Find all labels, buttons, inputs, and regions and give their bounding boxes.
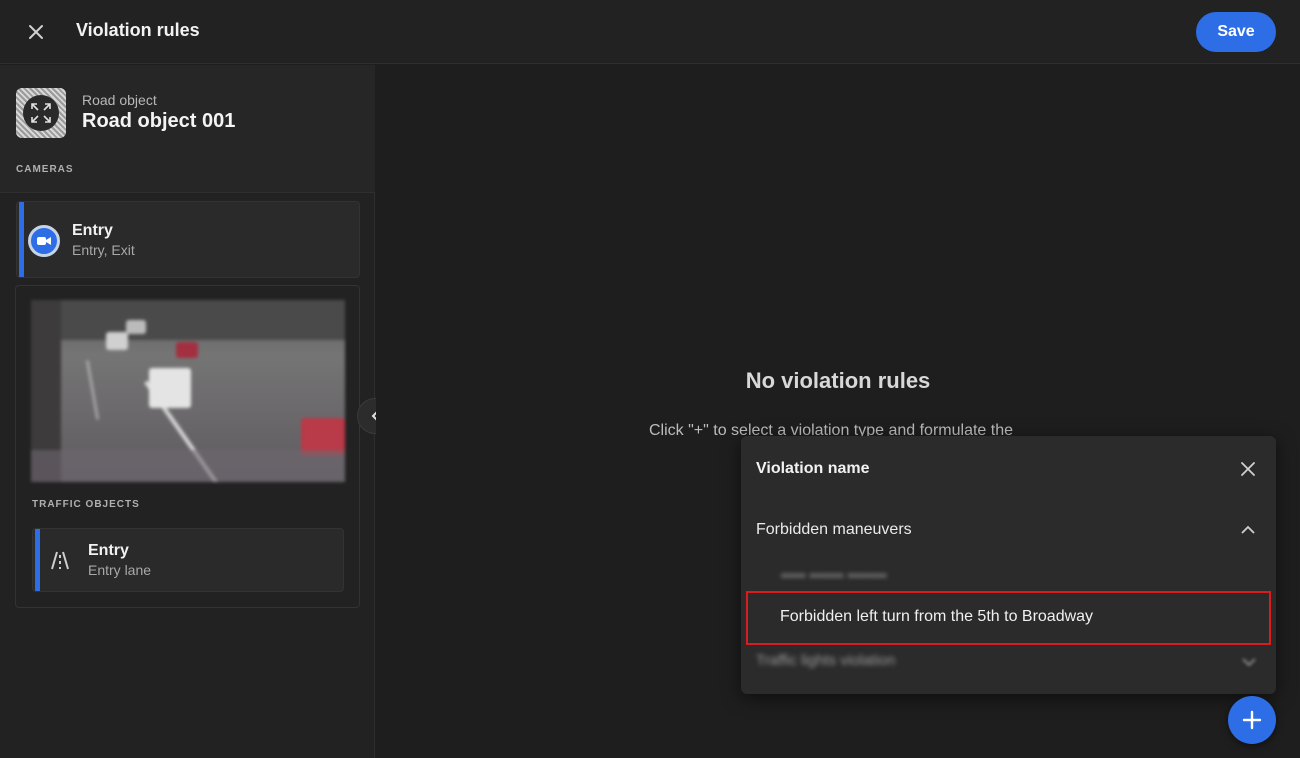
road-object-avatar xyxy=(16,88,66,138)
camera-card-entry[interactable]: Entry Entry, Exit xyxy=(16,201,360,278)
traffic-object-title: Entry xyxy=(88,542,129,559)
close-icon xyxy=(29,25,43,39)
camera-subtitle: Entry, Exit xyxy=(72,242,135,258)
group-traffic-lights-violation[interactable]: Traffic lights violation xyxy=(756,652,895,669)
camera-preview-image xyxy=(31,300,345,482)
add-violation-button[interactable] xyxy=(1228,696,1276,744)
close-button[interactable] xyxy=(20,16,52,48)
dropdown-title: Violation name xyxy=(756,460,870,477)
empty-state-title: No violation rules xyxy=(745,368,931,393)
video-camera-icon xyxy=(28,225,60,257)
traffic-objects-section-label: TRAFFIC OBJECTS xyxy=(32,499,140,510)
violation-option-blurred[interactable]: ••••• ••••••• •••••••• xyxy=(781,567,887,583)
camera-preview-card: TRAFFIC OBJECTS Entry Entry lane xyxy=(15,285,360,608)
top-bar: Violation rules Save xyxy=(0,0,1300,64)
plus-icon xyxy=(1242,710,1262,730)
cameras-section-label: CAMERAS xyxy=(16,164,74,175)
chevron-down-icon xyxy=(1242,658,1256,667)
dropdown-close-button[interactable] xyxy=(1236,457,1260,481)
violation-option-label: Forbidden left turn from the 5th to Broa… xyxy=(780,608,1094,625)
close-icon xyxy=(1241,462,1255,476)
camera-title: Entry xyxy=(72,222,113,239)
traffic-object-subtitle: Entry lane xyxy=(88,562,152,578)
selected-indicator xyxy=(35,529,40,591)
violation-name-dropdown: Violation name Forbidden maneuvers •••••… xyxy=(741,436,1276,694)
violation-option-forbidden-left-turn[interactable]: Forbidden left turn from the 5th to Broa… xyxy=(746,591,1271,645)
road-object-name: Road object 001 xyxy=(82,110,236,132)
save-button[interactable]: Save xyxy=(1196,12,1276,52)
fullscreen-icon xyxy=(31,103,51,123)
group-forbidden-maneuvers[interactable]: Forbidden maneuvers xyxy=(741,510,1276,550)
road-object-kind: Road object xyxy=(82,92,157,108)
traffic-object-card-entry[interactable]: Entry Entry lane xyxy=(32,528,344,592)
group-label: Forbidden maneuvers xyxy=(756,521,912,538)
road-object-header: Road object Road object 001 CAMERAS xyxy=(0,65,375,193)
chevron-up-icon xyxy=(1238,520,1258,540)
page-title: Violation rules xyxy=(76,20,200,40)
sidebar: Road object Road object 001 CAMERAS Entr… xyxy=(0,65,375,758)
road-lane-icon xyxy=(51,551,69,570)
selected-indicator xyxy=(19,202,24,277)
